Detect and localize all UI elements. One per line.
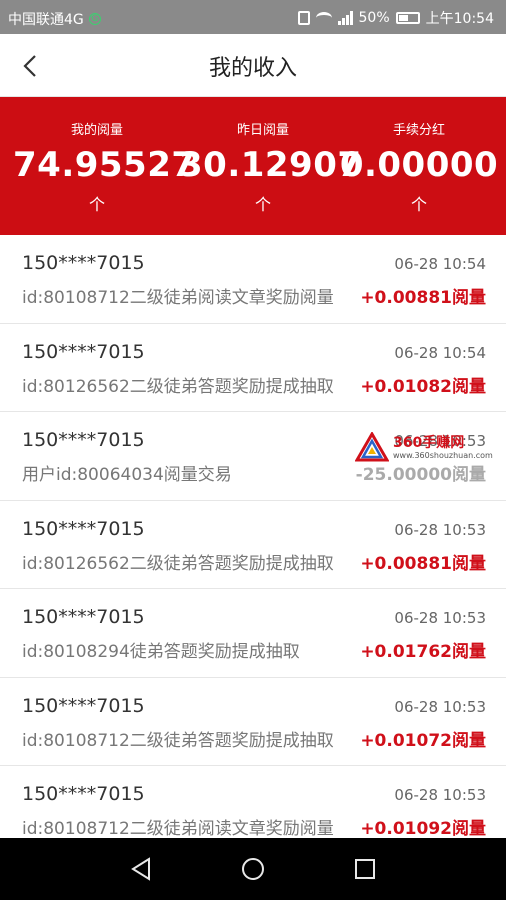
income-record-list: 150****7015 06-28 10:54 id:80108712二级徒弟阅… — [0, 235, 506, 855]
record-time: 06-28 10:53 — [394, 697, 486, 716]
page-title: 我的收入 — [208, 56, 297, 81]
record-amount: +0.01072阅量 — [360, 730, 486, 751]
record-description: id:80108712二级徒弟阅读文章奖励阅量 — [22, 819, 334, 839]
record-description: 用户id:80064034阅量交易 — [22, 465, 232, 485]
list-item[interactable]: 150****7015 06-28 10:53 id:80108294徒弟答题奖… — [0, 589, 506, 678]
stat-label: 我的阅量 — [70, 123, 123, 138]
record-description: id:80126562二级徒弟答题奖励提成抽取 — [22, 376, 334, 397]
income-summary-banner: 我的阅量 74.95527 个 昨日阅量 30.12907 个 手续分红 0.0… — [0, 97, 506, 235]
list-item[interactable]: 150****7015 06-28 10:54 id:80108712二级徒弟阅… — [0, 235, 506, 324]
record-time: 06-28 10:53 — [394, 786, 486, 804]
record-user: 150****7015 — [22, 429, 145, 451]
watermark-url: www.360shouzhuan.com — [393, 451, 493, 460]
list-item[interactable]: 150****7015 06-28 10:53 id:80126562二级徒弟答… — [0, 500, 506, 589]
watermark-name: 360手赚网 — [393, 435, 465, 451]
record-amount: +0.01082阅量 — [360, 376, 486, 397]
square-recent-icon[interactable] — [353, 857, 377, 881]
record-amount: +0.01092阅量 — [360, 819, 486, 839]
stat-fee-dividend: 手续分红 0.00000 个 — [335, 97, 503, 215]
hd-call-icon: G — [88, 13, 101, 25]
status-bar: 中国联通4G G 50% 上午10:54 — [0, 0, 506, 34]
record-user: 150****7015 — [22, 252, 145, 274]
battery-icon — [395, 12, 420, 24]
stat-yesterday-reads: 昨日阅量 30.12907 个 — [179, 97, 362, 215]
stat-value: 0.00000 — [339, 145, 499, 185]
record-user: 150****7015 — [22, 517, 145, 540]
circle-home-icon[interactable] — [241, 857, 265, 881]
record-amount: +0.01762阅量 — [360, 642, 486, 662]
stat-label: 昨日阅量 — [236, 123, 289, 138]
stat-value: 74.95527 — [13, 145, 196, 185]
record-description: id:80108712二级徒弟阅读文章奖励阅量 — [22, 288, 334, 308]
record-user: 150****7015 — [22, 606, 145, 628]
clock: 上午10:54 — [425, 11, 494, 27]
record-description: id:80126562二级徒弟答题奖励提成抽取 — [22, 553, 334, 574]
vibrate-icon — [297, 11, 310, 25]
stat-my-reads: 我的阅量 74.95527 个 — [13, 97, 196, 215]
record-user: 150****7015 — [22, 694, 145, 717]
record-time: 06-28 10:54 — [394, 255, 486, 273]
record-user: 150****7015 — [22, 340, 145, 363]
nav-bar: 我的收入 — [0, 34, 506, 97]
stat-label: 手续分红 — [392, 123, 445, 138]
record-time: 06-28 10:53 — [394, 609, 486, 627]
record-description: id:80108712二级徒弟答题奖励提成抽取 — [22, 730, 334, 751]
record-time: 06-28 10:54 — [394, 343, 486, 362]
list-item[interactable]: 150****7015 06-28 10:53 id:80108712二级徒弟答… — [0, 677, 506, 766]
list-item[interactable]: 150****7015 06-28 10:54 id:80126562二级徒弟答… — [0, 323, 506, 412]
status-right: 50% 上午10:54 — [297, 8, 494, 28]
record-user: 150****7015 — [22, 783, 145, 805]
stat-unit: 个 — [88, 195, 105, 214]
signal-icon — [337, 11, 353, 25]
status-left: 中国联通4G G — [8, 9, 101, 29]
stat-unit: 个 — [254, 195, 271, 214]
record-time: 06-28 10:53 — [394, 520, 486, 539]
system-nav-bar — [0, 838, 506, 900]
record-description: id:80108294徒弟答题奖励提成抽取 — [22, 642, 300, 662]
stat-value: 30.12907 — [179, 145, 362, 185]
record-amount: +0.00881阅量 — [360, 553, 486, 574]
watermark-logo-icon — [355, 432, 389, 462]
battery-percent: 50% — [358, 10, 390, 26]
wifi-icon — [315, 12, 332, 24]
watermark: 360手赚网 www.360shouzhuan.com — [355, 428, 495, 468]
record-amount: +0.00881阅量 — [360, 288, 486, 308]
stat-unit: 个 — [410, 195, 427, 214]
carrier-label: 中国联通4G — [8, 12, 84, 28]
triangle-back-icon[interactable] — [129, 857, 153, 881]
